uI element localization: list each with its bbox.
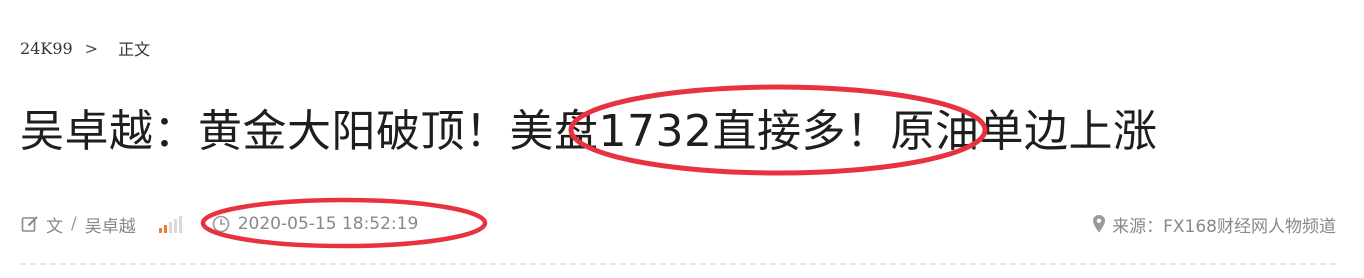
author-name[interactable]: 吴卓越 [85, 212, 136, 237]
clock-icon [212, 215, 230, 233]
source-info: 来源：FX168财经网人物频道 [1092, 212, 1336, 237]
author-info: 文 / 吴卓越 2020-05-15 18:52:19 [20, 212, 418, 237]
edit-icon [20, 214, 40, 234]
breadcrumb-home-link[interactable]: 24K99 [20, 39, 73, 58]
breadcrumb-separator: > [84, 38, 99, 58]
meta-divider [20, 263, 1336, 265]
breadcrumb: 24K99 > 正文 [20, 36, 150, 60]
map-pin-icon [1092, 214, 1106, 234]
article-title: 吴卓越：黄金大阳破顶！美盘1732直接多！原油单边上涨 [20, 106, 1158, 157]
author-prefix: 文 [46, 216, 63, 237]
author-separator: / [71, 214, 77, 234]
signal-bars-icon [158, 214, 184, 234]
breadcrumb-current: 正文 [118, 40, 151, 59]
article-meta: 文 / 吴卓越 2020-05-15 18:52:19 来源：FX168财经网人… [20, 210, 1336, 238]
publish-datetime: 2020-05-15 18:52:19 [237, 214, 419, 234]
source-text[interactable]: 来源：FX168财经网人物频道 [1112, 212, 1336, 237]
